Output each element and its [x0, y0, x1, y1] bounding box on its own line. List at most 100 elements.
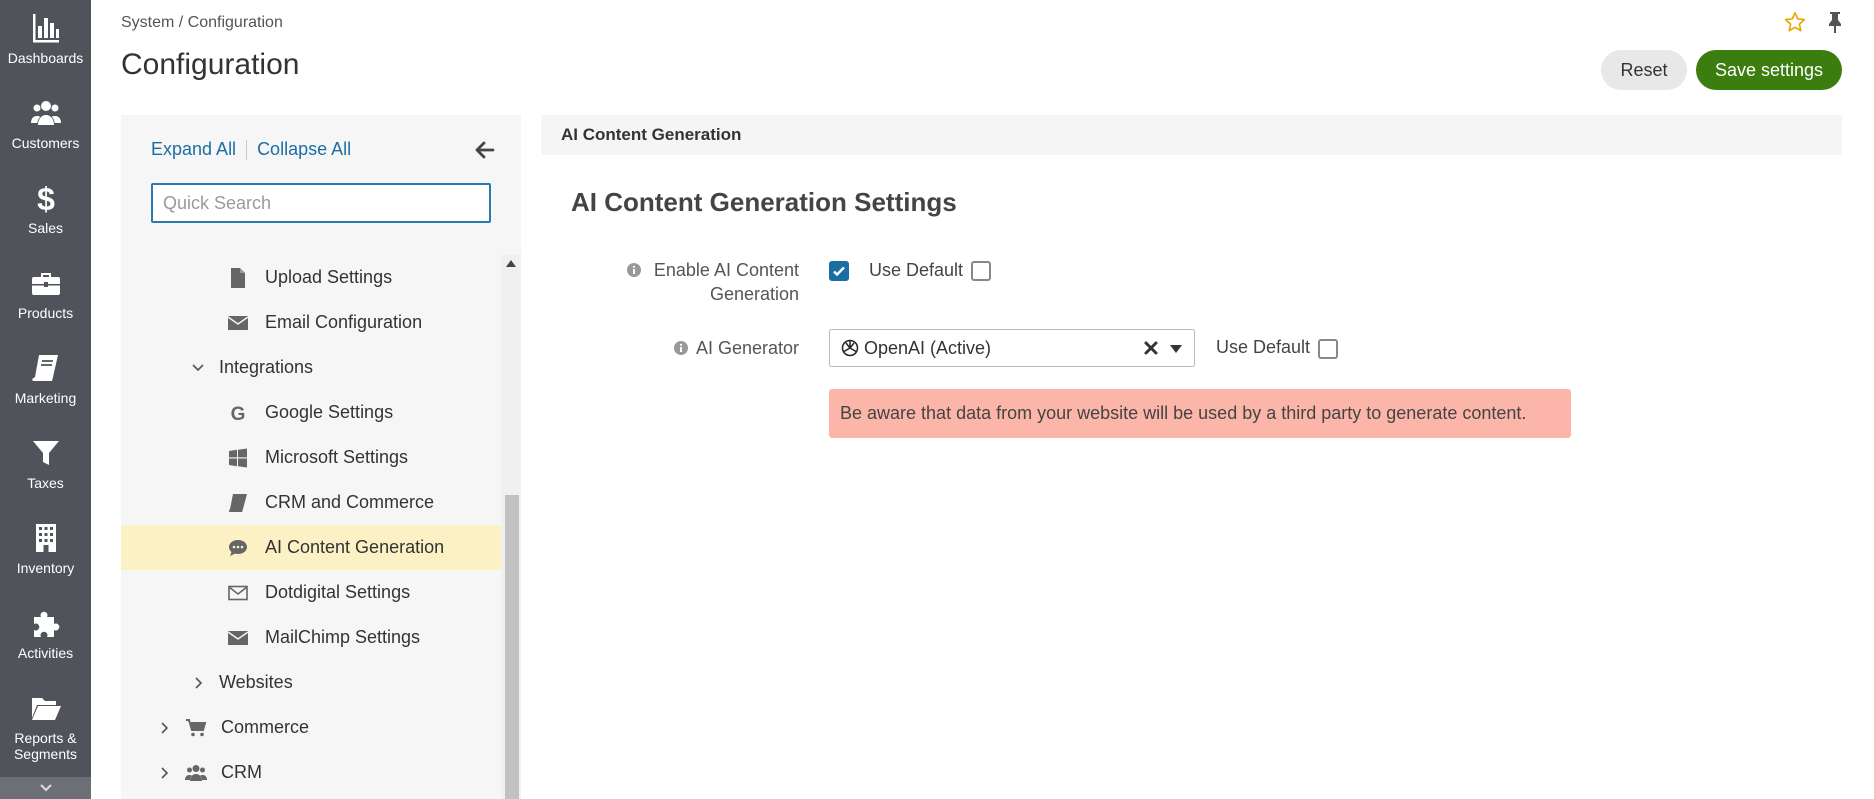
tree-item-commerce[interactable]: Commerce: [157, 705, 309, 750]
comment-dots-icon: [229, 539, 247, 556]
tree-item-upload-settings[interactable]: Upload Settings: [227, 255, 392, 300]
pin-icon[interactable]: [1825, 11, 1845, 33]
ai-generator-select[interactable]: OpenAI (Active): [829, 329, 1195, 367]
tree-item-label: Email Configuration: [265, 312, 423, 332]
collapse-all-link[interactable]: Collapse All: [257, 139, 351, 160]
breadcrumb: System / Configuration: [121, 14, 283, 31]
ai-generator-value: OpenAI (Active): [864, 337, 992, 358]
ai-generator-use-default-checkbox[interactable]: [1318, 339, 1338, 359]
nav-products[interactable]: Products: [0, 255, 91, 340]
puzzle-icon: [33, 611, 59, 637]
users-icon: [185, 764, 207, 781]
save-settings-button[interactable]: Save settings: [1696, 50, 1842, 90]
info-icon[interactable]: [627, 263, 641, 277]
tree-item-crm[interactable]: CRM: [157, 750, 262, 795]
briefcase-icon: [31, 273, 60, 295]
dollar-icon: $: [37, 182, 55, 214]
windows-icon: [229, 448, 247, 467]
tree-item-label: CRM: [221, 762, 262, 782]
nav-label: Dashboards: [7, 50, 84, 66]
chevron-right-icon[interactable]: [157, 766, 171, 780]
nav-sales[interactable]: $ Sales: [0, 170, 91, 255]
chevron-down-icon[interactable]: [191, 361, 205, 375]
tree-item-ai-content-generation[interactable]: AI Content Generation: [121, 525, 501, 570]
tree-item-label: Integrations: [219, 357, 314, 377]
check-icon: [833, 266, 845, 277]
nav-label: Inventory: [16, 560, 75, 576]
tree-item-label: Commerce: [221, 717, 310, 737]
chevron-right-icon[interactable]: [191, 676, 205, 690]
tree-item-label: Microsoft Settings: [265, 447, 409, 467]
tree-item-mailchimp-settings[interactable]: MailChimp Settings: [227, 615, 420, 660]
chart-bar-icon: [32, 14, 59, 43]
enable-ai-label: Enable AI Content Generation: [620, 258, 799, 306]
nav-scroll-down[interactable]: [0, 777, 91, 799]
file-icon: [231, 267, 245, 288]
enable-ai-use-default-checkbox[interactable]: [971, 261, 991, 281]
tree-item-label: Dotdigital Settings: [265, 582, 411, 602]
nav-marketing[interactable]: Marketing: [0, 340, 91, 425]
third-party-warning-alert: Be aware that data from your website wil…: [829, 389, 1571, 438]
book-icon: [228, 493, 247, 512]
tree-item-label: Websites: [219, 672, 293, 692]
tree-item-dotdigital-settings[interactable]: Dotdigital Settings: [227, 570, 410, 615]
openai-icon: [841, 339, 859, 357]
nav-label: Products: [17, 305, 74, 321]
clear-icon[interactable]: [1142, 339, 1160, 357]
tree-item-google-settings[interactable]: G Google Settings: [227, 390, 393, 435]
tree-item-microsoft-settings[interactable]: Microsoft Settings: [227, 435, 408, 480]
envelope-icon: [227, 630, 249, 645]
tree-item-label: MailChimp Settings: [265, 627, 421, 647]
nav-activities[interactable]: Activities: [0, 595, 91, 680]
divider: [246, 139, 248, 160]
arrow-left-icon[interactable]: [473, 139, 495, 161]
scroll-up-icon[interactable]: [506, 259, 516, 267]
ai-generator-label: AI Generator: [620, 336, 799, 360]
funnel-icon: [32, 441, 59, 465]
enable-ai-checkbox[interactable]: [829, 261, 849, 281]
nav-label: Activities: [17, 645, 74, 661]
page-title: Configuration: [121, 48, 300, 81]
tree-item-label: AI Content Generation: [265, 537, 445, 557]
tree-item-label: Google Settings: [265, 402, 394, 422]
svg-text:G: G: [231, 404, 246, 424]
section-header: AI Content Generation: [541, 115, 1842, 155]
nav-label: Marketing: [14, 390, 77, 406]
expand-collapse-links: Expand All Collapse All: [151, 139, 351, 160]
chevron-down-icon: [39, 784, 52, 792]
users-icon: [30, 101, 61, 125]
tree-scrollbar-thumb[interactable]: [505, 495, 519, 799]
envelope-outline-icon: [228, 585, 248, 600]
tree-scrollbar[interactable]: [501, 255, 521, 799]
nav-label: Taxes: [27, 475, 64, 491]
tree-item-email-configuration[interactable]: Email Configuration: [227, 300, 422, 345]
building-icon: [35, 524, 56, 552]
envelope-icon: [227, 315, 249, 330]
nav-label: Sales: [27, 220, 64, 236]
nav-inventory[interactable]: Inventory: [0, 510, 91, 595]
enable-ai-label-text: Enable AI Content Generation: [653, 260, 799, 304]
folder-open-icon: [31, 698, 61, 720]
tree-item-integrations[interactable]: Integrations: [191, 345, 313, 390]
tree-item-label: Upload Settings: [265, 267, 393, 287]
ai-generator-label-text: AI Generator: [695, 338, 799, 358]
tree-item-crm-and-commerce[interactable]: CRM and Commerce: [227, 480, 434, 525]
expand-all-link[interactable]: Expand All: [151, 139, 236, 160]
svg-text:$: $: [37, 182, 55, 214]
star-icon[interactable]: [1784, 11, 1806, 33]
configuration-tree: Expand All Collapse All Upload Settings …: [121, 115, 521, 799]
quick-search-input[interactable]: [151, 183, 491, 223]
nav-dashboards[interactable]: Dashboards: [0, 0, 91, 85]
use-default-label: Use Default: [1216, 337, 1311, 357]
nav-taxes[interactable]: Taxes: [0, 425, 91, 510]
nav-reports-segments[interactable]: Reports & Segments: [0, 680, 91, 765]
nav-label: Reports & Segments: [13, 730, 78, 762]
main-navigation: Dashboards Customers $ Sales Products Ma…: [0, 0, 91, 799]
tree-item-websites[interactable]: Websites: [191, 660, 293, 705]
caret-down-icon[interactable]: [1170, 345, 1182, 353]
book-icon: [31, 355, 58, 381]
nav-customers[interactable]: Customers: [0, 85, 91, 170]
chevron-right-icon[interactable]: [157, 721, 171, 735]
info-icon[interactable]: [673, 341, 688, 355]
reset-button[interactable]: Reset: [1601, 50, 1687, 90]
